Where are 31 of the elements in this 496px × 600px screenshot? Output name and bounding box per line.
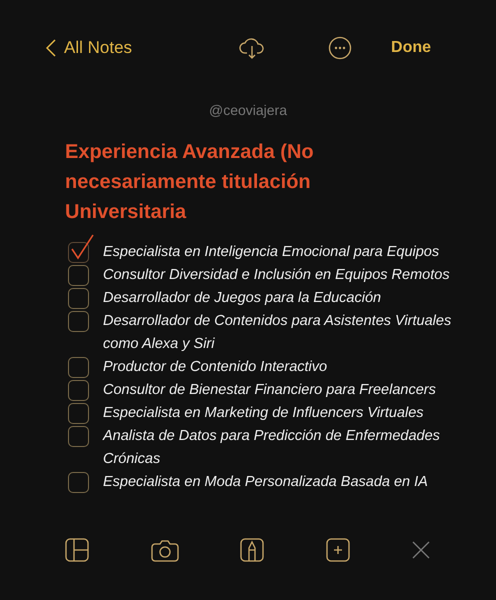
cloud-download-icon[interactable] bbox=[238, 36, 266, 60]
checklist-item-text: Consultor de Bienestar Financiero para Freelancers bbox=[103, 381, 436, 400]
checklist-item-text: Desarrollador de Contenidos para Asistentes Virtuales como Alexa y Siri bbox=[103, 312, 452, 354]
checklist-item-text: Desarrollador de Juegos para la Educación bbox=[103, 289, 382, 308]
checklist-item-text: Especialista en Inteligencia Emocional para Equipos bbox=[103, 243, 440, 262]
checkbox[interactable] bbox=[68, 242, 89, 263]
done-button[interactable]: Done bbox=[391, 36, 432, 60]
pencil-icon[interactable] bbox=[240, 538, 264, 562]
checklist-item-text: Productor de Contenido Interactivo bbox=[103, 358, 328, 377]
more-icon[interactable] bbox=[328, 36, 352, 60]
checkbox[interactable] bbox=[68, 288, 89, 309]
checkbox[interactable] bbox=[68, 403, 89, 424]
checkmark-icon bbox=[69, 233, 95, 261]
close-icon[interactable] bbox=[411, 540, 431, 560]
checkbox[interactable] bbox=[68, 311, 89, 332]
checkbox[interactable] bbox=[68, 472, 89, 493]
chevron-left-icon bbox=[46, 39, 56, 57]
checkbox[interactable] bbox=[68, 357, 89, 378]
back-button[interactable]: All Notes bbox=[46, 35, 132, 61]
table-icon[interactable] bbox=[65, 538, 89, 562]
checklist-item-text: Consultor Diversidad e Inclusión en Equipos Remotos bbox=[103, 266, 450, 285]
camera-icon[interactable] bbox=[150, 538, 178, 562]
checkbox[interactable] bbox=[68, 426, 89, 447]
author-handle: @ceoviajera bbox=[208, 101, 288, 120]
checklist-item-text: Especialista en Moda Personalizada Basada en IA bbox=[103, 473, 428, 492]
note-title: Experiencia Avanzada (No necesariamente titulación Universitaria bbox=[65, 140, 315, 225]
add-icon[interactable] bbox=[326, 538, 350, 562]
checklist-item-text: Especialista en Marketing de Influencers Virtuales bbox=[103, 404, 424, 423]
checklist-item-text: Analista de Datos para Predicción de Enfermedades Crónicas bbox=[103, 427, 441, 469]
checkbox[interactable] bbox=[68, 265, 89, 286]
checkbox[interactable] bbox=[68, 380, 89, 401]
